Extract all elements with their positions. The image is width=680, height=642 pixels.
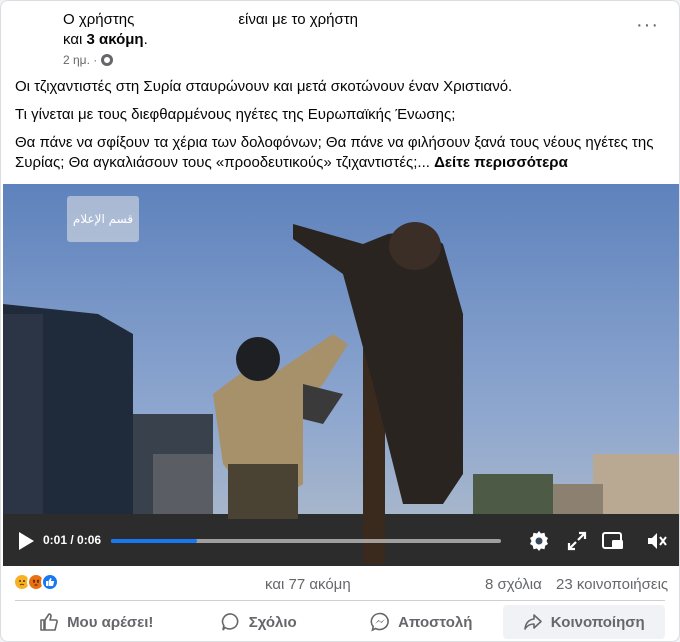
video-player[interactable]: قسم الإعلام 0:01 / 0:06: [3, 184, 679, 566]
shares-count[interactable]: 23 κοινοποιήσεις: [556, 576, 668, 593]
comments-count[interactable]: 8 σχόλια: [485, 576, 542, 593]
reaction-icons[interactable]: [13, 573, 59, 591]
video-controls: 0:01 / 0:06: [3, 516, 679, 566]
comment-button[interactable]: Σχόλιο: [178, 605, 341, 639]
post-paragraph: Τι γίνεται με τους διεφθαρμένους ηγέτες …: [15, 106, 456, 123]
channel-watermark: قسم الإعلام: [67, 196, 139, 242]
reaction-count[interactable]: και 77 ακόμη: [265, 576, 351, 593]
comment-label: Σχόλιο: [248, 613, 297, 631]
post-paragraph-last: Θα πάνε να σφίξουν τα χέρια των δολοφόνω…: [15, 133, 665, 173]
post-header: Ο χρήστης είναι με το χρήστη και 3 ακόμη.: [63, 11, 619, 51]
play-icon[interactable]: [17, 531, 35, 551]
fullscreen-icon[interactable]: [565, 529, 589, 553]
period: .: [143, 31, 148, 48]
like-reaction-icon: [41, 573, 59, 591]
tagged-text: είναι με το χρήστη: [238, 11, 359, 28]
tagged-more-link[interactable]: 3 ακόμη: [87, 31, 144, 48]
video-progress-fill: [111, 539, 197, 543]
like-label: Μου αρέσει!: [67, 613, 154, 631]
settings-icon[interactable]: [527, 529, 551, 553]
comment-icon: [221, 613, 239, 631]
see-more-link[interactable]: Δείτε περισσότερα: [434, 154, 568, 171]
like-icon: [40, 613, 58, 631]
video-time: 0:01 / 0:06: [43, 533, 102, 547]
share-button[interactable]: Κοινοποίηση: [502, 605, 665, 639]
and-text: και: [63, 31, 83, 48]
share-label: Κοινοποίηση: [550, 613, 645, 631]
author-line: Ο χρήστης είναι με το χρήστη: [63, 11, 619, 31]
post-timestamp[interactable]: 2 ημ. ·: [63, 53, 97, 67]
messenger-icon: [370, 612, 389, 632]
post-paragraph: Οι τζιχαντιστές στη Συρία σταυρώνουν και…: [15, 78, 513, 95]
author-name[interactable]: Ο χρήστης: [63, 11, 134, 28]
send-button[interactable]: Αποστολή: [340, 605, 503, 639]
tagged-more-line: και 3 ακόμη.: [63, 31, 619, 51]
volume-icon[interactable]: [645, 529, 669, 553]
pip-icon[interactable]: [601, 529, 625, 553]
video-progress-bar[interactable]: [111, 539, 501, 543]
post-meta: 2 ημ. ·: [63, 53, 114, 67]
post-body: Οι τζιχαντιστές στη Συρία σταυρώνουν και…: [15, 77, 665, 181]
like-button[interactable]: Μου αρέσει!: [15, 605, 178, 639]
globe-icon: [101, 54, 114, 66]
post-actions: Μου αρέσει! Σχόλιο Αποστολή Κοινοποίηση: [15, 605, 665, 639]
share-icon: [523, 614, 542, 630]
divider: [15, 600, 665, 601]
send-label: Αποστολή: [398, 613, 473, 631]
more-options-button[interactable]: ···: [636, 15, 659, 35]
post-card: Ο χρήστης είναι με το χρήστη και 3 ακόμη.…: [0, 0, 680, 642]
